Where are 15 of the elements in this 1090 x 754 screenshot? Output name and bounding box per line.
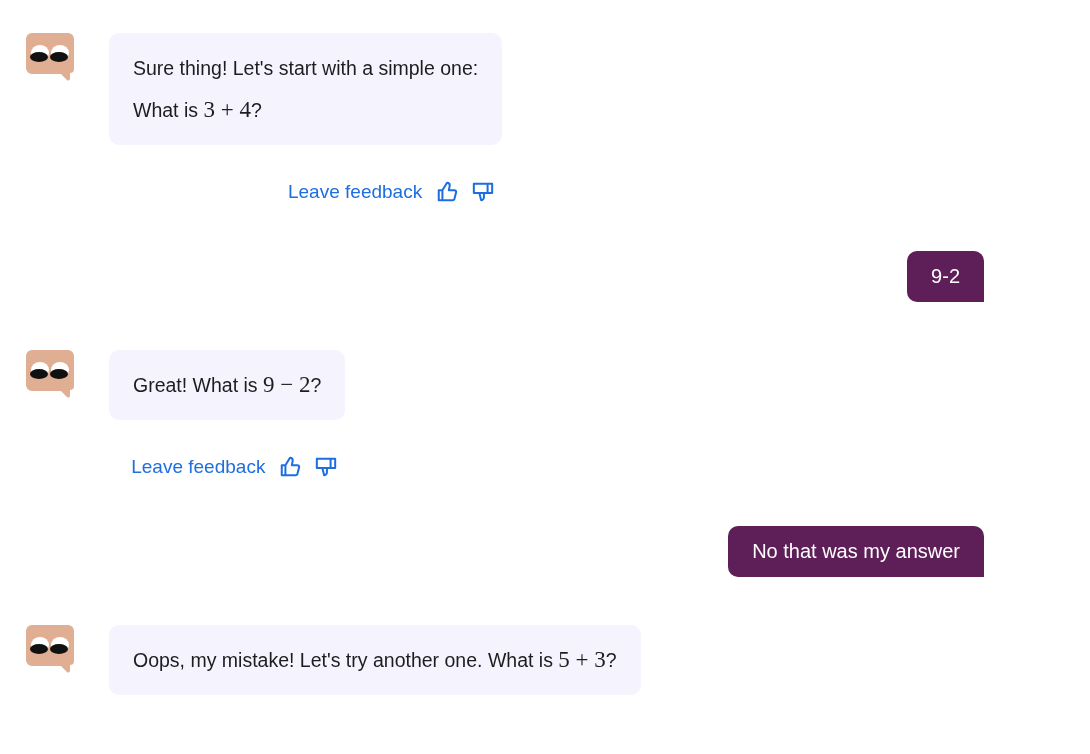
leave-feedback-link[interactable]: Leave feedback [288,181,423,203]
leave-feedback-link[interactable]: Leave feedback [131,456,266,478]
user-message: No that was my answer [728,526,984,577]
avatar-icon [26,625,76,673]
thumbs-up-icon[interactable] [436,181,459,203]
avatar-icon [26,33,76,81]
thumbs-up-icon[interactable] [279,456,302,478]
user-message: 9-2 [907,251,984,302]
avatar-icon [26,350,76,398]
message-text: What is 3 + 4? [133,96,263,124]
message-text: Sure thing! Let's start with a simple one: [133,56,479,81]
message-text: Oops, my mistake! Let's try another one. What is 5 + 3? [133,646,617,674]
thumbs-down-icon[interactable] [472,181,495,203]
thumbs-down-icon[interactable] [315,456,338,478]
message-text: Great! What is 9 − 2? [133,371,322,399]
